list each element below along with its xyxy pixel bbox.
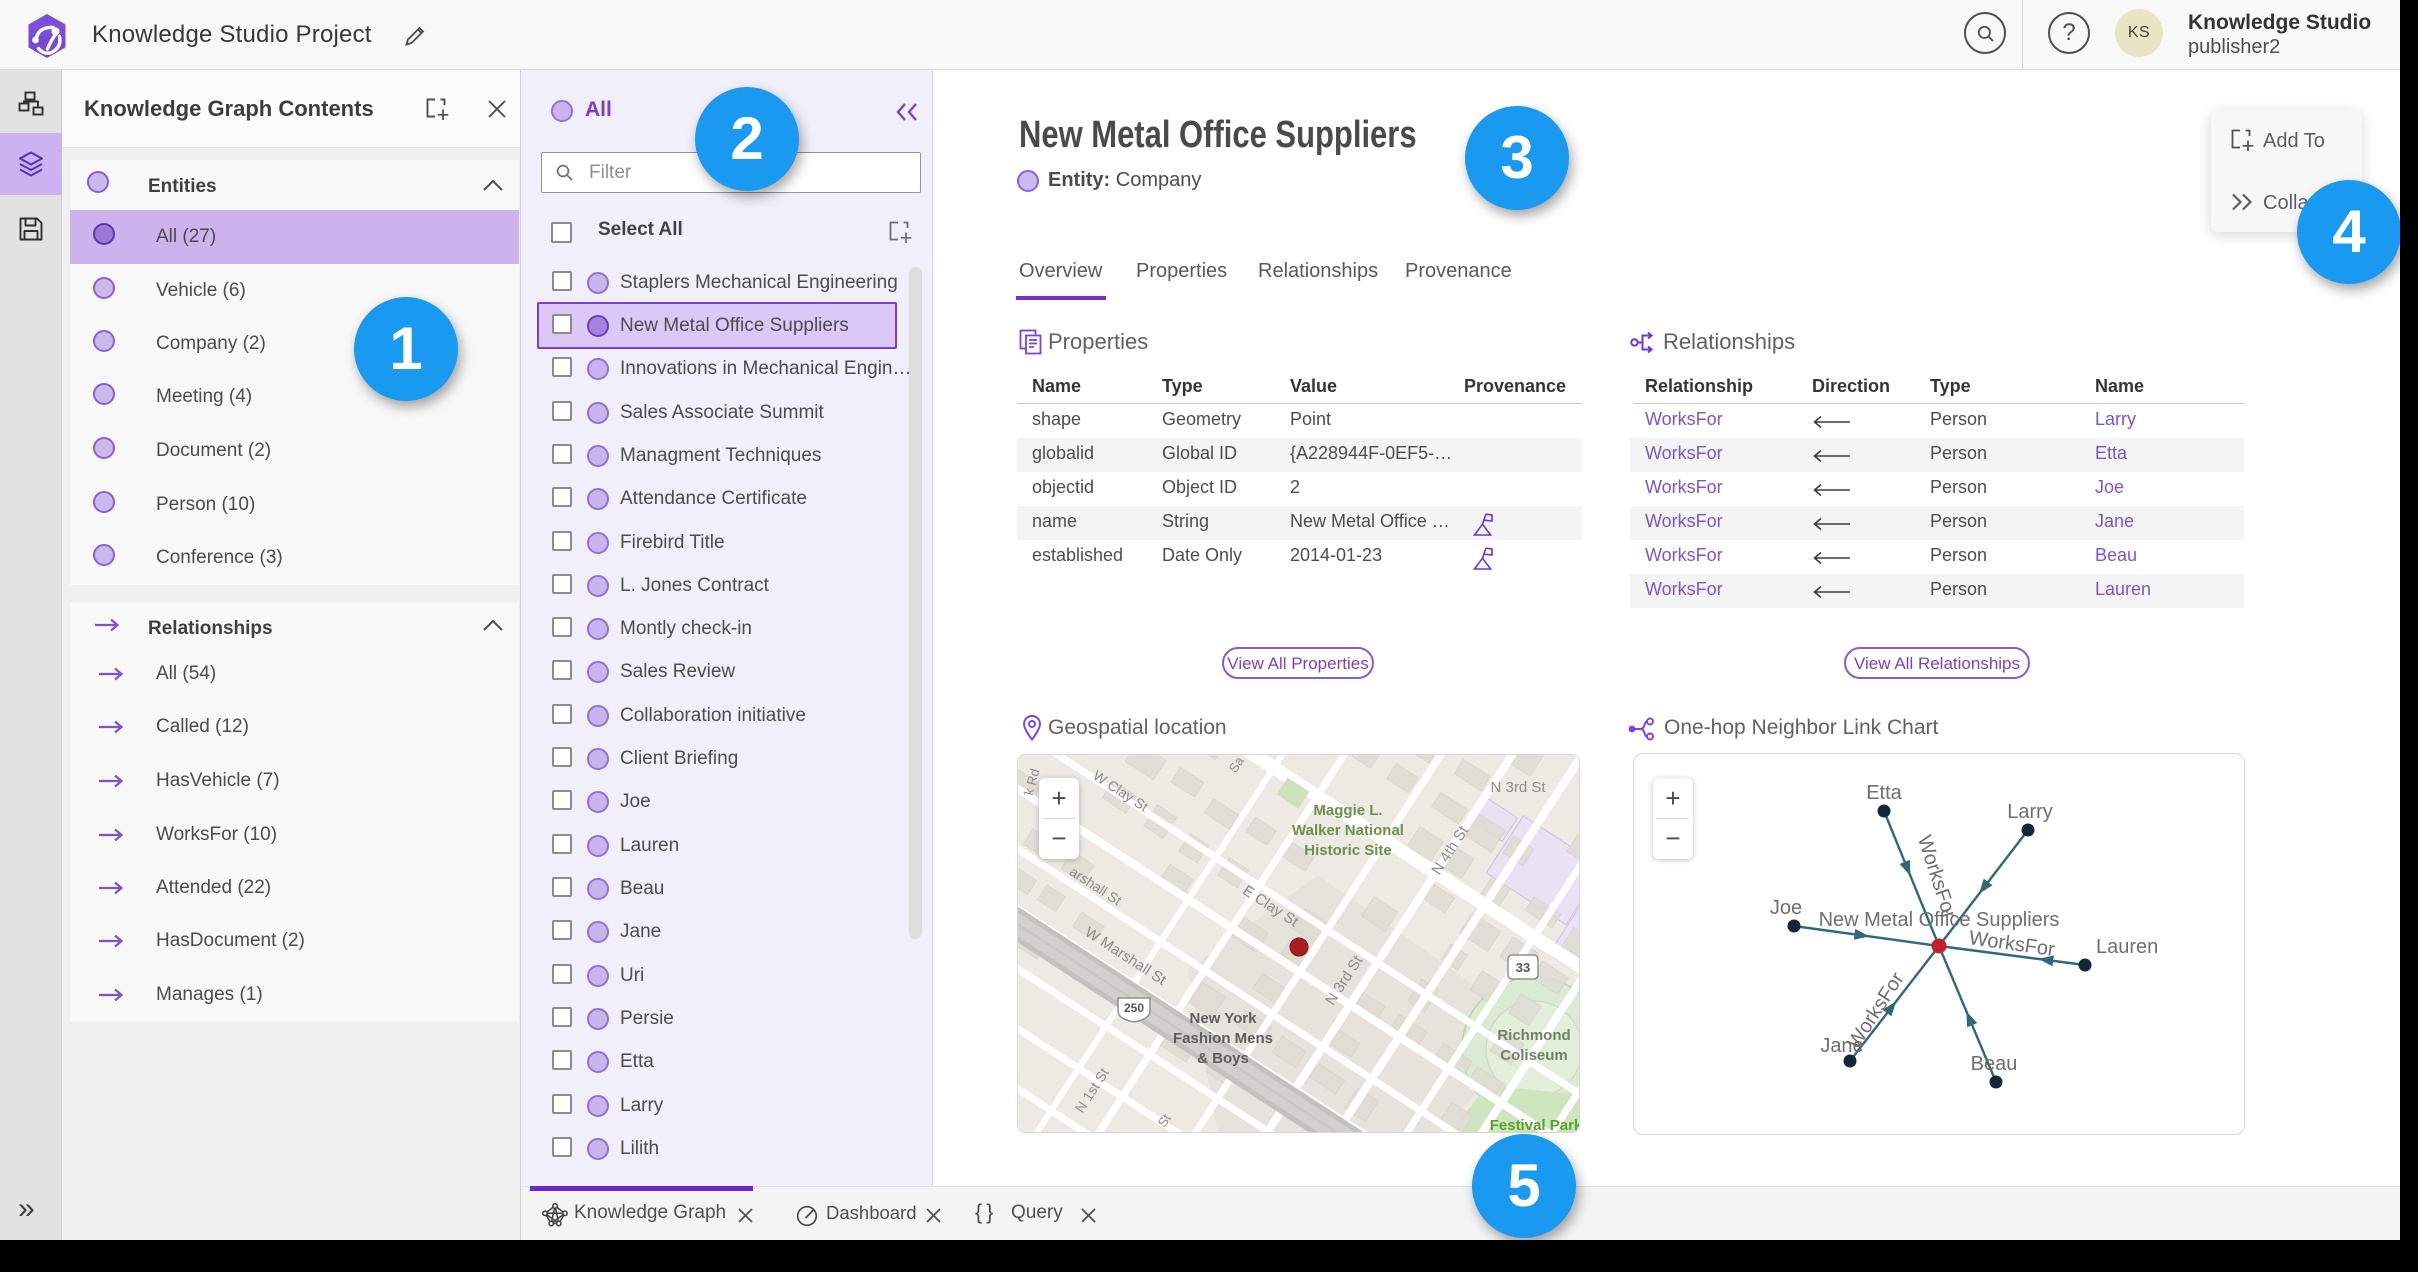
svg-text:Festival Park: Festival Park bbox=[1490, 1117, 1580, 1133]
svg-text:33: 33 bbox=[1516, 960, 1530, 975]
svg-text:Larry: Larry bbox=[2007, 801, 2053, 823]
svg-text:WorksFor: WorksFor bbox=[1843, 968, 1909, 1053]
svg-text:Beau: Beau bbox=[1971, 1053, 2018, 1075]
svg-text:N 3rd St: N 3rd St bbox=[1490, 779, 1546, 796]
svg-text:Joe: Joe bbox=[1770, 897, 1802, 919]
svg-text:Walker National: Walker National bbox=[1292, 822, 1404, 839]
svg-text:Historic Site: Historic Site bbox=[1304, 842, 1392, 859]
svg-text:& Boys: & Boys bbox=[1197, 1050, 1249, 1067]
svg-text:Maggie L.: Maggie L. bbox=[1313, 802, 1382, 819]
svg-text:Fashion Mens: Fashion Mens bbox=[1173, 1030, 1273, 1047]
svg-text:Etta: Etta bbox=[1866, 782, 1902, 804]
svg-text:Lauren: Lauren bbox=[2096, 936, 2158, 958]
svg-text:Coliseum: Coliseum bbox=[1500, 1047, 1568, 1064]
svg-text:Richmond: Richmond bbox=[1497, 1027, 1570, 1044]
svg-text:New York: New York bbox=[1190, 1010, 1258, 1027]
svg-text:250: 250 bbox=[1124, 1001, 1144, 1015]
